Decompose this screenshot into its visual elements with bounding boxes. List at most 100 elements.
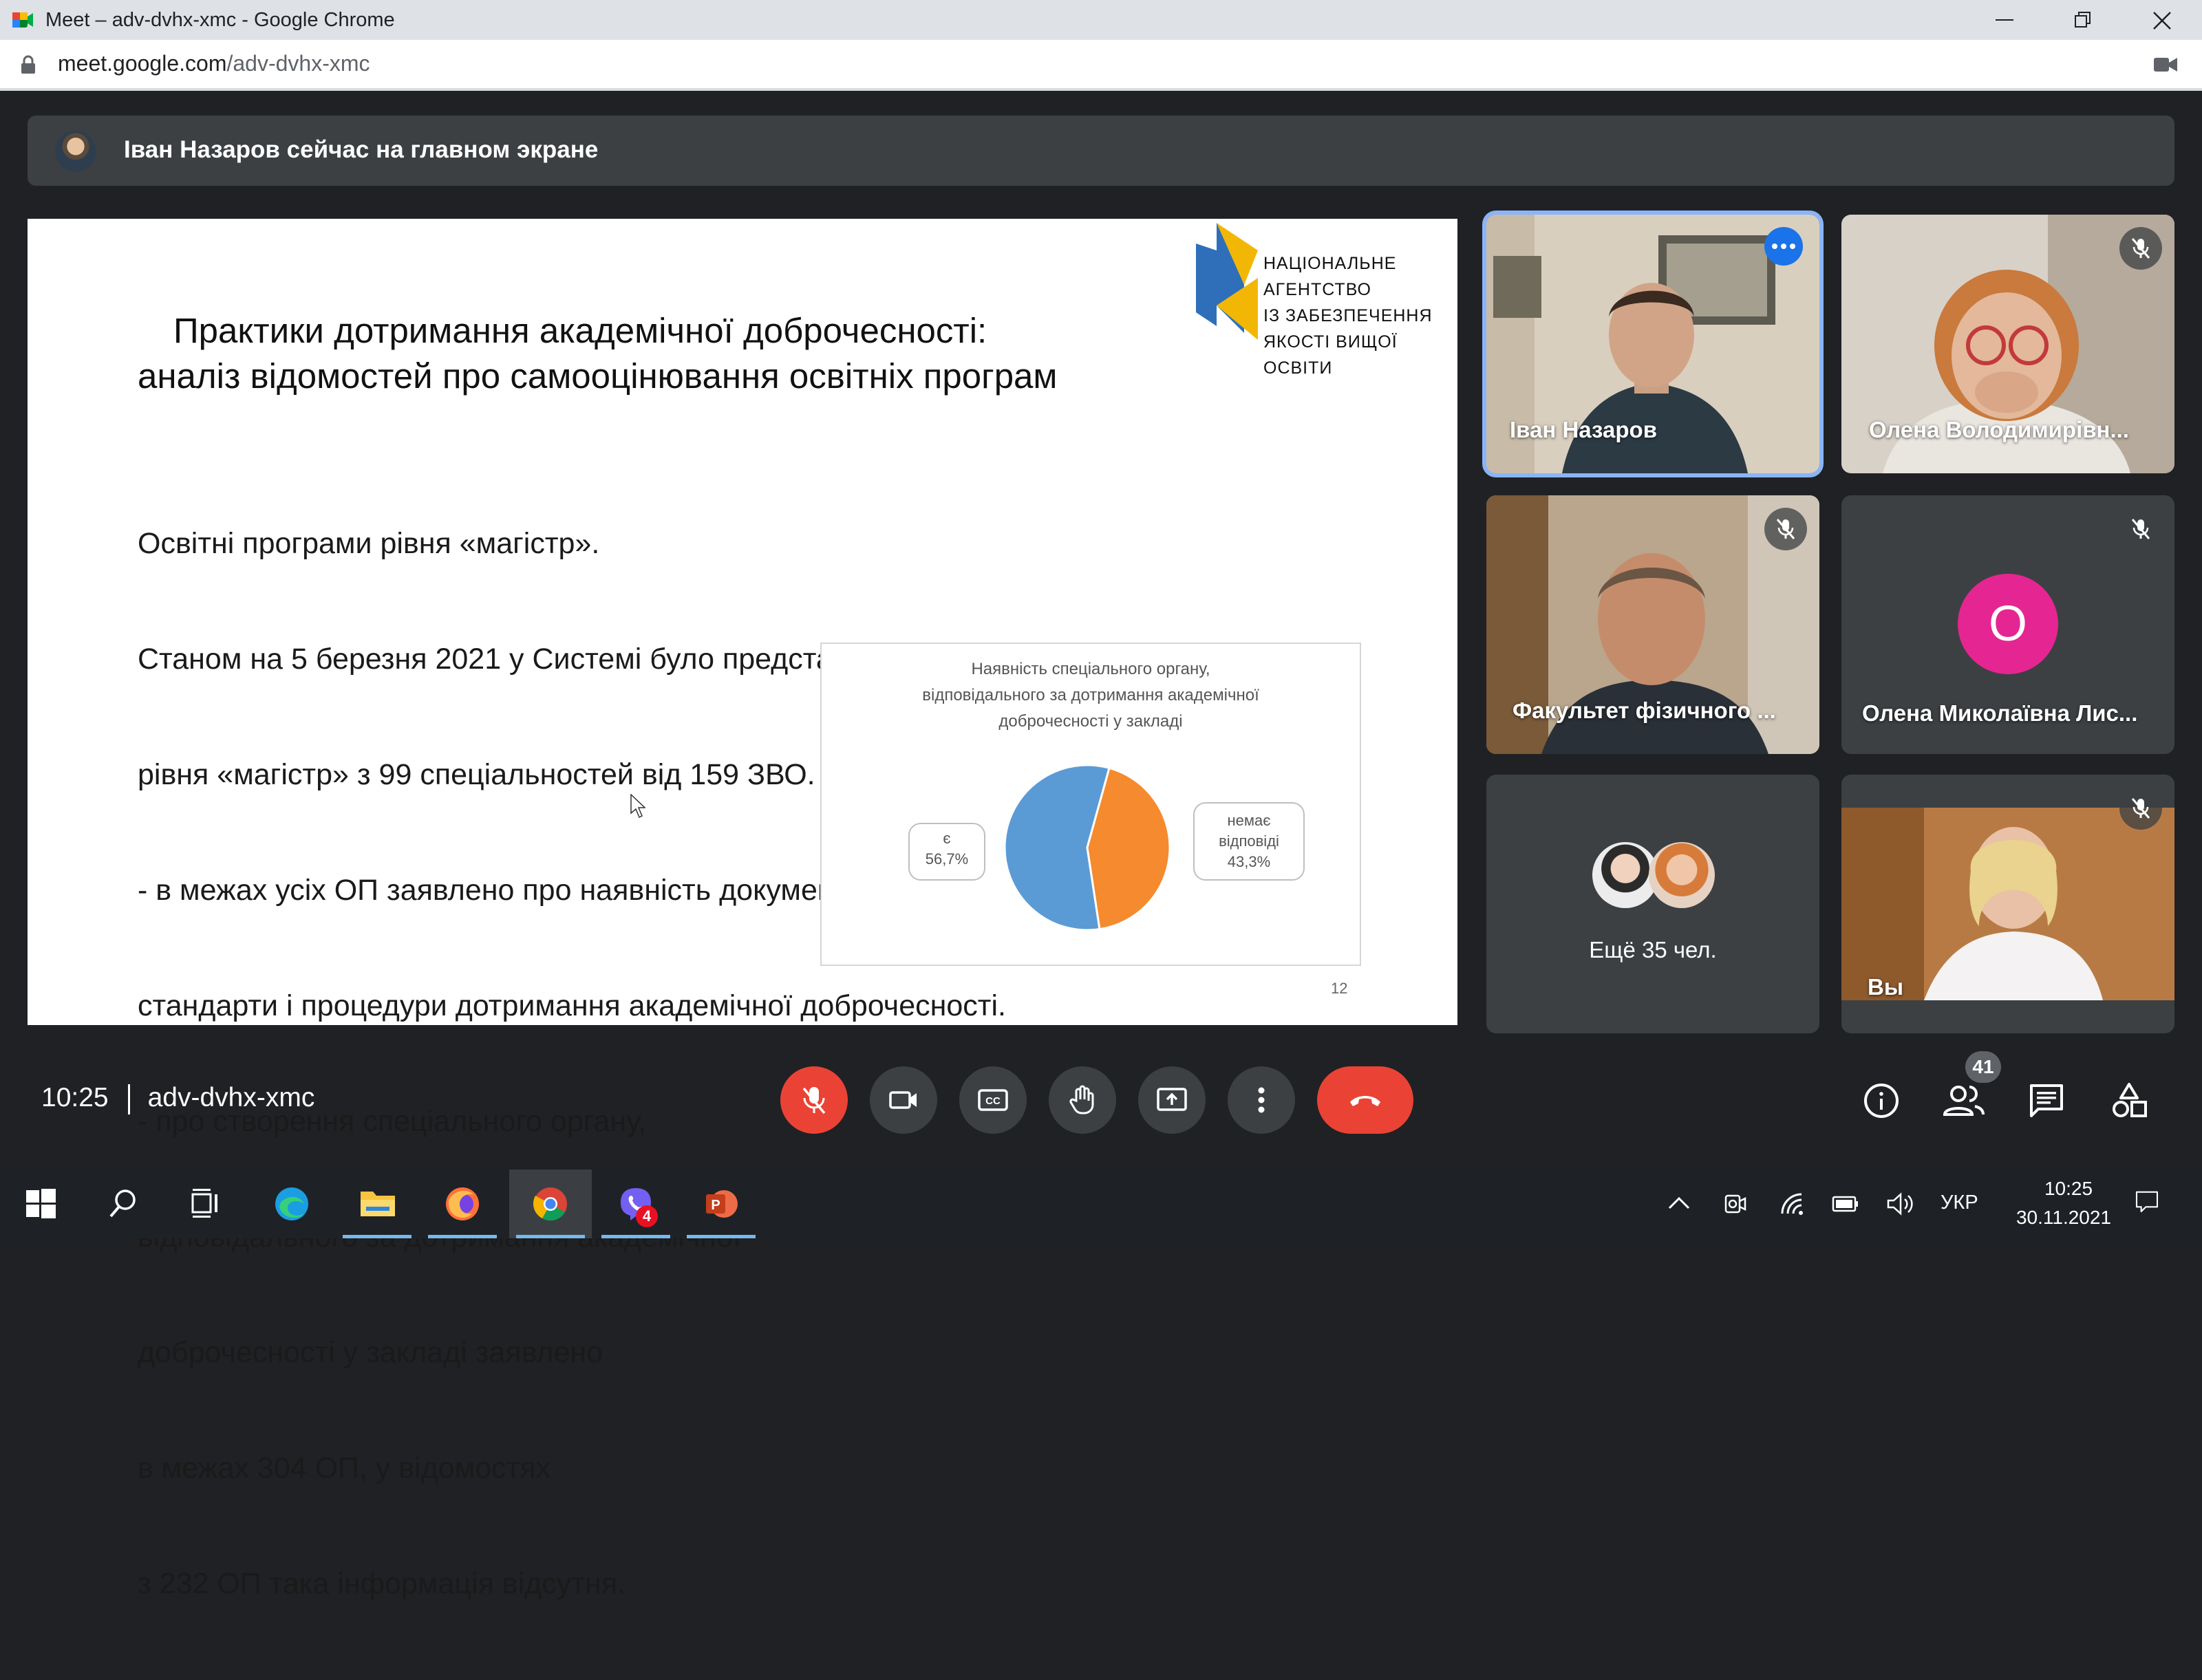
restore-icon xyxy=(2075,12,2091,28)
captions-button[interactable]: CC xyxy=(959,1066,1027,1134)
folder-icon xyxy=(361,1192,395,1216)
meet-favicon-icon xyxy=(12,12,33,28)
participant-tile-olena-v[interactable]: Олена Володимирівн... xyxy=(1841,215,2174,473)
shapes-icon xyxy=(2113,1083,2147,1117)
task-view-button[interactable] xyxy=(165,1170,248,1238)
taskbar-edge[interactable] xyxy=(250,1170,333,1238)
slide-body-line: з 232 ОП така інформація відсутня. xyxy=(138,1567,626,1600)
meeting-details-button[interactable] xyxy=(1854,1073,1909,1128)
window-title: Meet – adv-dvhx-xmc - Google Chrome xyxy=(45,9,395,31)
taskbar-viber[interactable]: 4 xyxy=(595,1170,677,1238)
edge-browser-icon xyxy=(275,1187,308,1220)
data-label: немає xyxy=(1227,812,1271,829)
open-indicator xyxy=(428,1235,497,1238)
activities-button[interactable] xyxy=(2102,1073,2157,1128)
more-options-button[interactable] xyxy=(1764,227,1803,266)
participant-avatar xyxy=(1649,842,1715,908)
meeting-details: 10:25 adv-dvhx-xmc xyxy=(41,1083,314,1114)
participant-tile-self[interactable]: Вы xyxy=(1841,775,2174,1033)
participant-name: Олена Володимирівн... xyxy=(1869,417,2129,442)
open-indicator xyxy=(516,1235,585,1238)
participant-tile-ivan[interactable]: Іван Назаров xyxy=(1486,215,1819,473)
close-window-button[interactable] xyxy=(2124,0,2201,40)
present-screen-icon xyxy=(1157,1088,1187,1111)
network-icon[interactable] xyxy=(1778,1190,1806,1218)
participant-tile-olena-m[interactable]: О Олена Миколаївна Лис... xyxy=(1841,495,2174,754)
participant-tile-faculty[interactable]: Факультет фізичного ... xyxy=(1486,495,1819,754)
muted-indicator xyxy=(1764,508,1807,550)
action-center-icon[interactable] xyxy=(2130,1187,2163,1215)
mic-off-icon xyxy=(1776,519,1795,539)
meeting-time: 10:25 xyxy=(41,1083,109,1112)
call-end-icon xyxy=(1350,1096,1380,1106)
microphone-toggle-button[interactable] xyxy=(780,1066,848,1134)
open-indicator xyxy=(687,1235,756,1238)
presenter-avatar xyxy=(55,131,96,172)
camera-in-use-icon[interactable] xyxy=(2154,56,2177,73)
windows-logo-icon xyxy=(26,1189,56,1218)
volume-icon[interactable] xyxy=(1885,1190,1916,1218)
show-hidden-icons-chevron-icon[interactable] xyxy=(1667,1190,1691,1218)
taskbar-file-explorer[interactable] xyxy=(336,1170,418,1238)
presenting-text: Іван Назаров сейчас на главном экране xyxy=(124,136,599,163)
people-icon xyxy=(1943,1086,1985,1116)
muted-indicator xyxy=(2119,787,2162,830)
data-label: 43,3% xyxy=(1227,853,1271,870)
clock-date: 30.11.2021 xyxy=(2016,1207,2112,1228)
battery-icon[interactable] xyxy=(1830,1190,1861,1218)
participant-count-badge: 41 xyxy=(1965,1051,2001,1083)
input-language[interactable]: УКР xyxy=(1941,1192,1978,1214)
callout-ye: є 56,7% xyxy=(908,823,985,881)
slide-body-line: доброчесності у закладі заявлено xyxy=(138,1336,603,1369)
slide-page-number: 12 xyxy=(1331,980,1348,997)
slide-title: Практики дотримання академічної доброчес… xyxy=(138,311,1058,396)
mic-off-icon xyxy=(2131,238,2150,259)
chat-button[interactable] xyxy=(2019,1073,2074,1128)
leave-call-button[interactable] xyxy=(1317,1066,1413,1134)
taskbar-powerpoint[interactable]: P xyxy=(680,1170,762,1238)
muted-indicator xyxy=(2119,508,2162,550)
data-label: 56,7% xyxy=(925,850,969,868)
close-icon xyxy=(2153,12,2171,30)
minimize-button[interactable] xyxy=(1965,0,2042,40)
lock-icon xyxy=(21,55,35,74)
present-now-button[interactable] xyxy=(1138,1066,1206,1134)
divider xyxy=(127,1084,130,1114)
raise-hand-button[interactable] xyxy=(1049,1066,1116,1134)
task-view-icon xyxy=(191,1189,217,1218)
mic-off-icon xyxy=(2131,519,2150,539)
slide-body-line: стандарти і процедури дотримання академі… xyxy=(138,989,1006,1022)
mic-off-icon xyxy=(2131,798,2150,819)
start-button[interactable] xyxy=(0,1170,83,1238)
callout-no-answer: немає відповіді 43,3% xyxy=(1193,802,1305,881)
windows-taskbar: 4 P УКР 10:25 30.11.2021 xyxy=(0,1170,2202,1238)
logo-text: НАЦІОНАЛЬНЕ АГЕНТСТВО ІЗ ЗАБЕЗПЕЧЕННЯ ЯК… xyxy=(1263,254,1433,378)
mic-off-icon xyxy=(802,1087,826,1114)
search-icon xyxy=(109,1189,136,1218)
presenting-banner: Іван Назаров сейчас на главном экране xyxy=(28,116,2174,186)
minimize-icon xyxy=(1996,19,2013,21)
chrome-icon xyxy=(533,1187,567,1221)
mouse-cursor-icon xyxy=(630,794,645,819)
address-bar[interactable]: meet.google.com/adv-dvhx-xmc xyxy=(0,40,2202,91)
camera-toggle-button[interactable] xyxy=(870,1066,937,1134)
participant-avatar: О xyxy=(1958,574,2058,674)
meet-now-icon[interactable] xyxy=(1723,1190,1748,1218)
data-label: є xyxy=(943,830,951,847)
url-text[interactable]: meet.google.com/adv-dvhx-xmc xyxy=(58,51,370,76)
data-label: відповіді xyxy=(1219,832,1279,850)
taskbar-chrome[interactable] xyxy=(509,1170,592,1238)
restore-button[interactable] xyxy=(2044,0,2121,40)
svg-text:CC: CC xyxy=(985,1095,1001,1107)
more-options-button[interactable] xyxy=(1228,1066,1295,1134)
others-count: Ещё 35 чел. xyxy=(1589,937,1717,962)
taskbar-firefox[interactable] xyxy=(421,1170,504,1238)
participant-tile-others[interactable]: Ещё 35 чел. xyxy=(1486,775,1819,1033)
pie-chart-panel: Наявність спеціального органу, відповіда… xyxy=(820,643,1361,966)
muted-indicator xyxy=(2119,227,2162,270)
search-button[interactable] xyxy=(83,1170,165,1238)
info-icon xyxy=(1864,1084,1899,1118)
participant-name: Іван Назаров xyxy=(1510,417,1657,442)
open-indicator xyxy=(343,1235,411,1238)
svg-text:P: P xyxy=(711,1198,720,1213)
